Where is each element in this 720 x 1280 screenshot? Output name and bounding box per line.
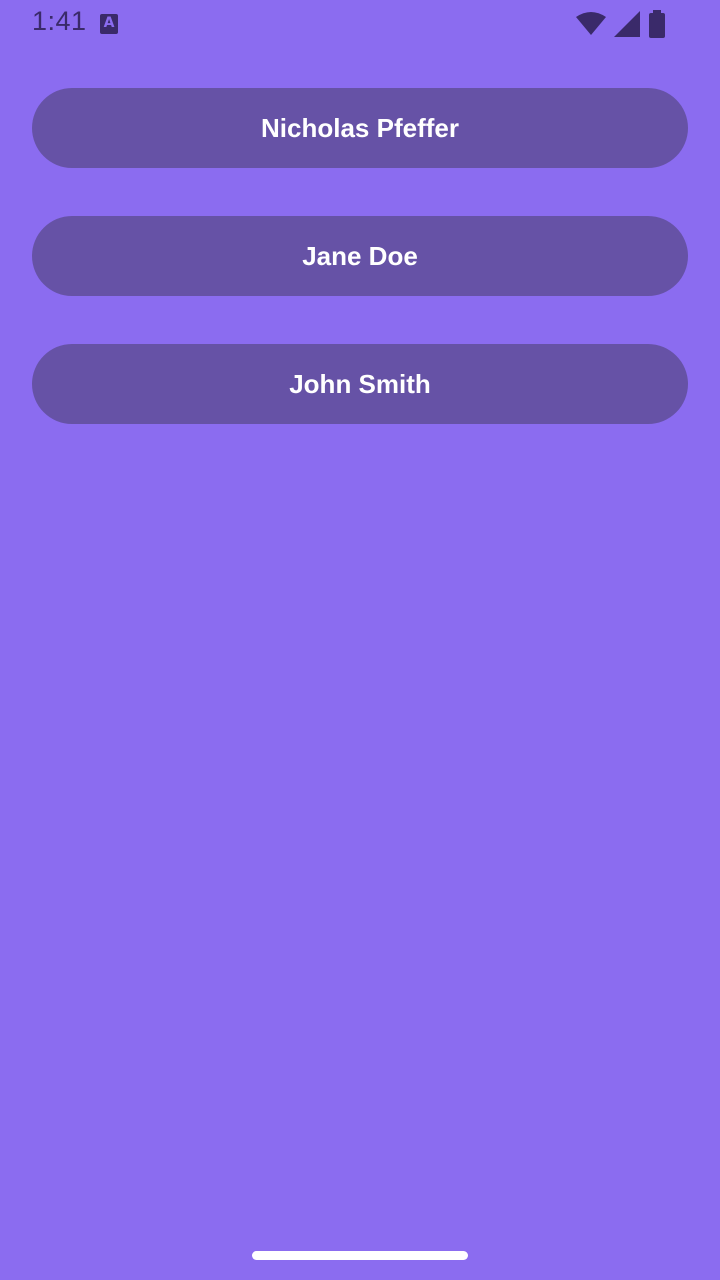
person-button-jane-doe[interactable]: Jane Doe bbox=[32, 216, 688, 296]
wifi-icon bbox=[576, 12, 606, 35]
status-bar: 1:41 A bbox=[0, 0, 720, 48]
person-button-john-smith[interactable]: John Smith bbox=[32, 344, 688, 424]
battery-icon bbox=[649, 10, 665, 38]
status-time: 1:41 bbox=[32, 6, 87, 36]
navigation-handle[interactable] bbox=[252, 1251, 468, 1260]
text-accessibility-icon: A bbox=[100, 14, 118, 34]
signal-icon bbox=[614, 11, 640, 37]
status-icons bbox=[576, 10, 666, 38]
person-button-nicholas-pfeffer[interactable]: Nicholas Pfeffer bbox=[32, 88, 688, 168]
person-list: Nicholas Pfeffer Jane Doe John Smith bbox=[32, 88, 688, 472]
